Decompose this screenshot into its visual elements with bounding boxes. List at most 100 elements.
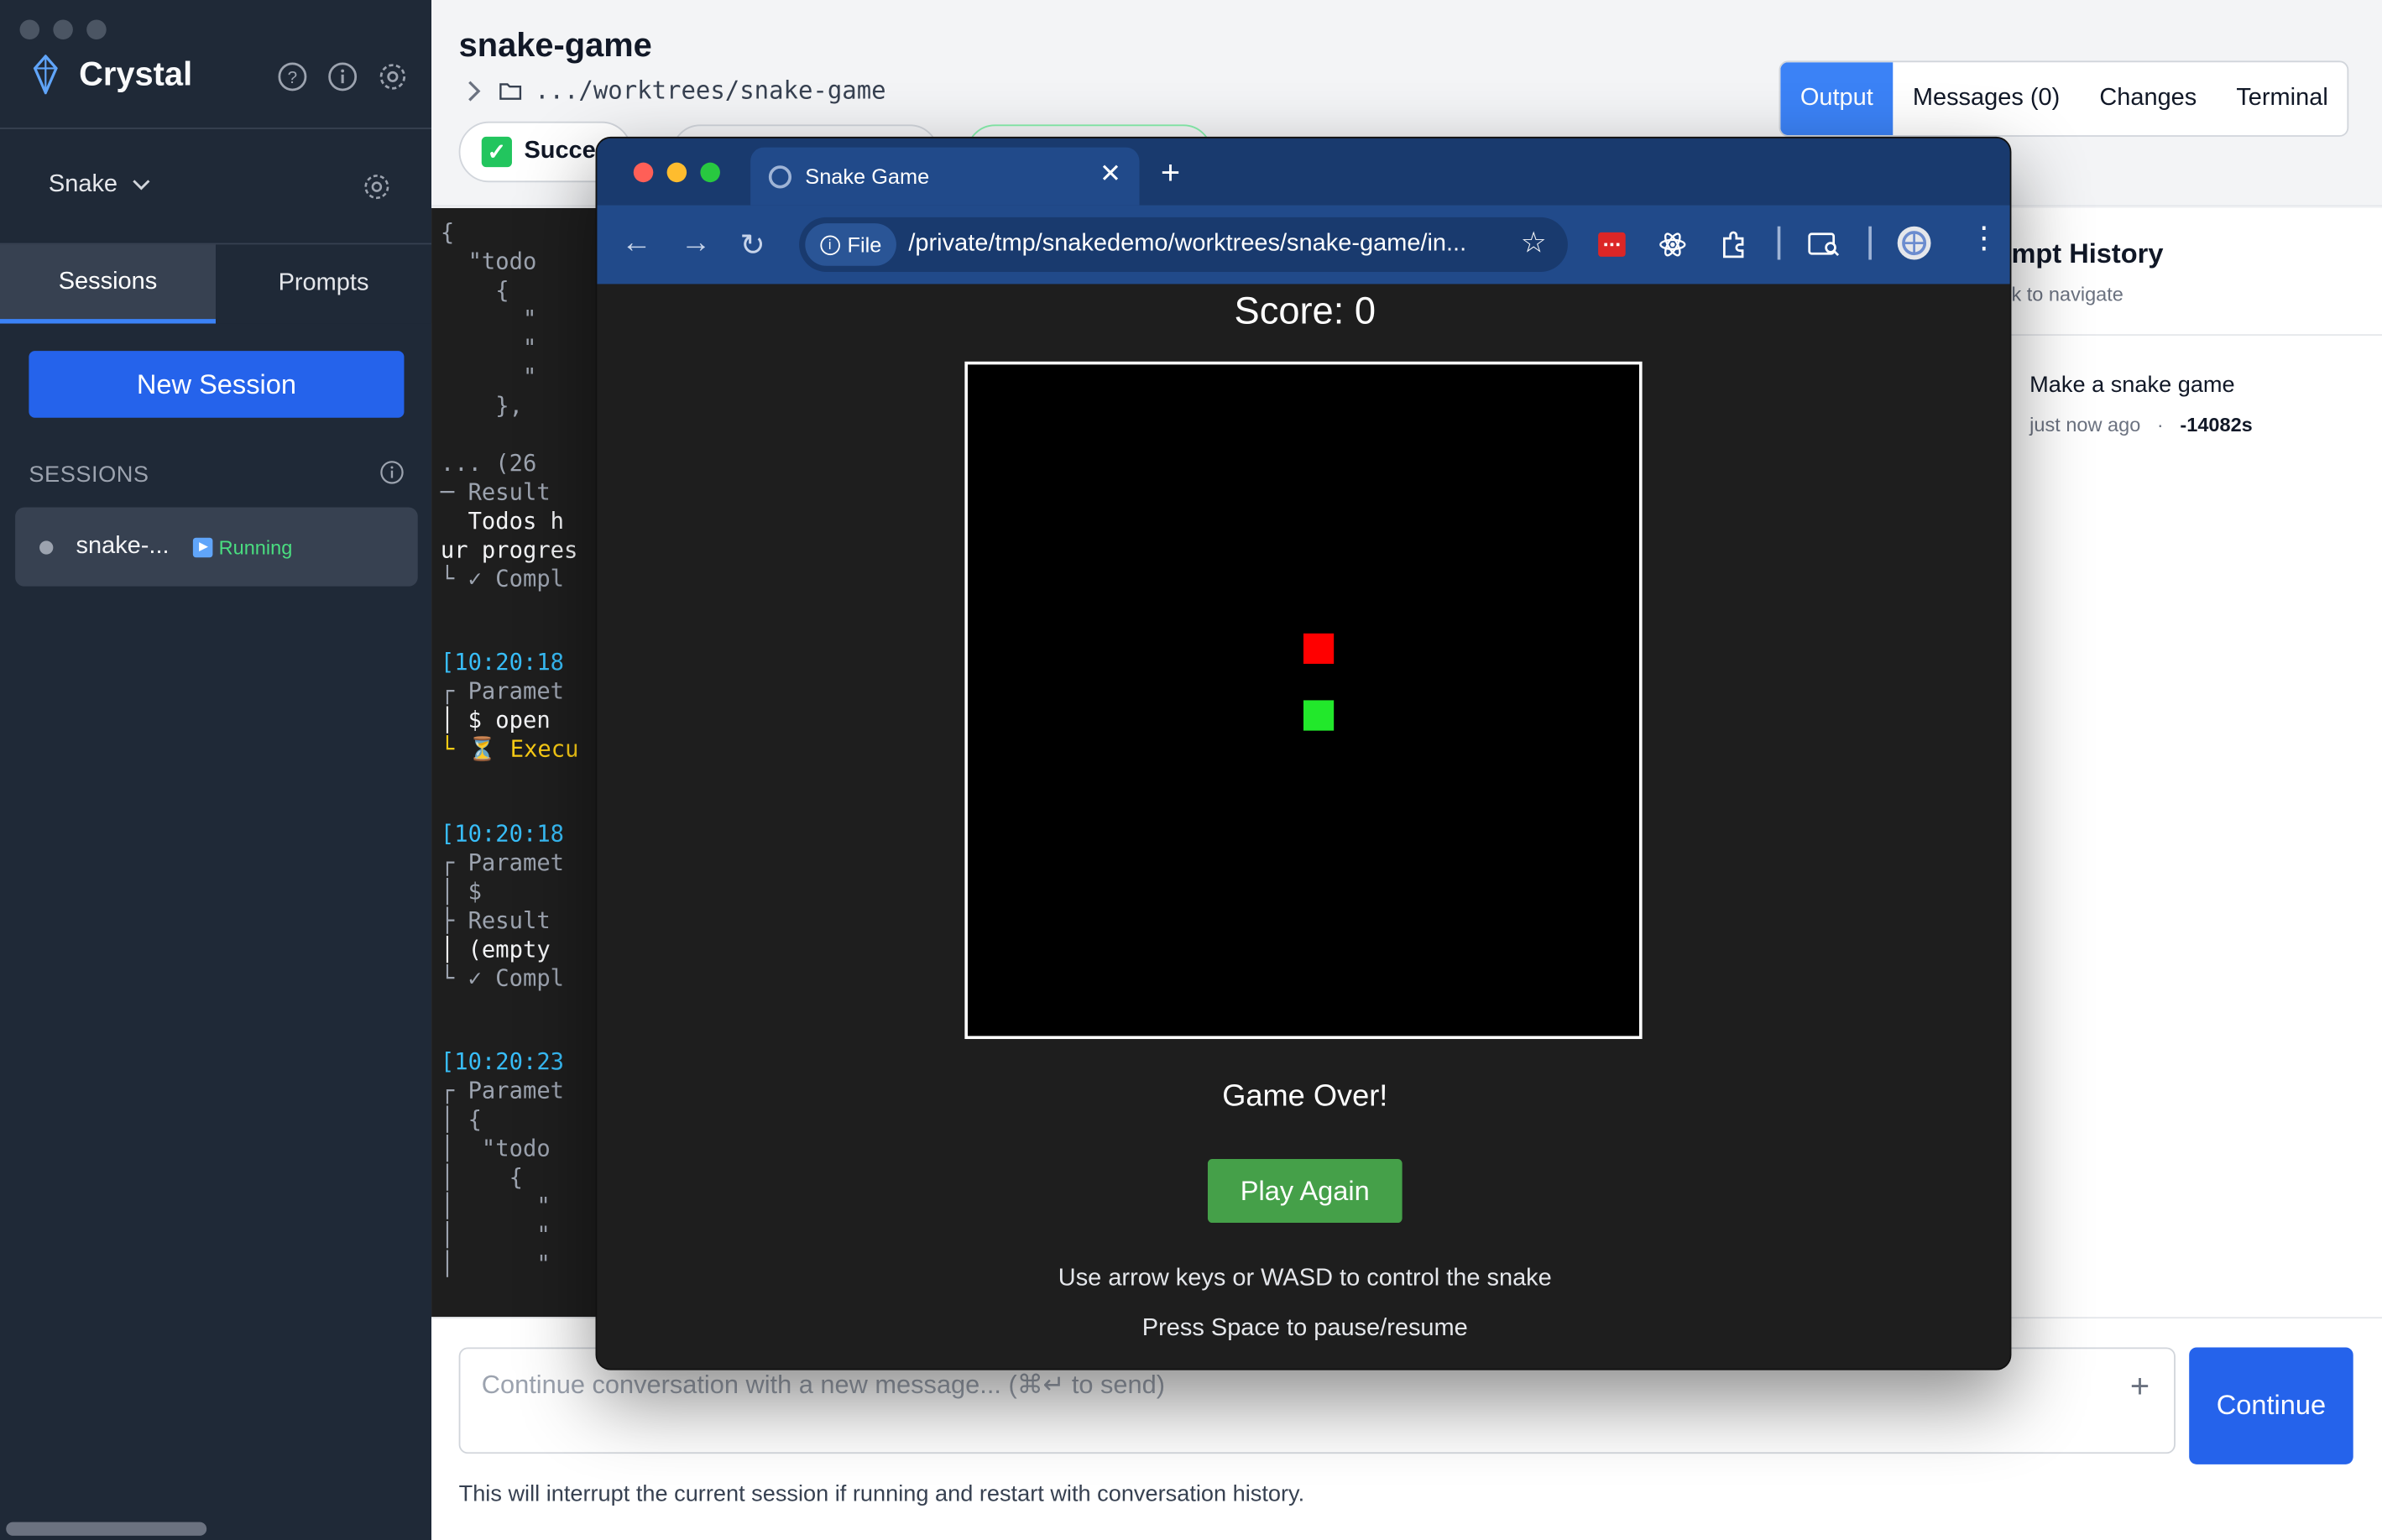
info-icon: i [819,234,840,255]
tab-output[interactable]: Output [1780,62,1894,136]
terminal-line: │ " [440,1192,551,1220]
terminal-line: │ (empty [440,935,551,963]
terminal-line: └ ✓ Compl [440,964,565,992]
attach-plus-icon[interactable]: + [2130,1367,2150,1407]
browser-close-button[interactable] [633,162,654,183]
session-status-label: Running [218,535,293,560]
sessions-header-label: SESSIONS [29,462,149,488]
prompt-history-title: mpt History [2011,238,2164,269]
snake-segment [1303,700,1335,731]
tab-changes[interactable]: Changes [2080,62,2217,135]
terminal-line: ┌ Paramet [440,848,565,877]
tab-terminal[interactable]: Terminal [2217,62,2348,135]
terminal-line: Todos h [440,507,565,535]
browser-toolbar: ← → ↻ i File /private/tmp/snakedemo/workt… [597,205,2010,285]
prompt-duration: -14082s [2180,413,2253,436]
project-selector-row: Snake [0,128,432,245]
sessions-info-icon[interactable] [379,459,406,487]
terminal-line: { [440,218,455,247]
bookmark-star-icon[interactable]: ☆ [1521,227,1547,262]
terminal-line: ├ Result [440,906,551,935]
project-settings-icon[interactable] [362,172,392,202]
profile-avatar-icon[interactable] [1896,225,1932,261]
sidebar: Crystal ? Snake Sessions Prompts New Ses… [0,0,432,1540]
minimize-window-button[interactable] [53,19,73,40]
session-status-dot [39,540,54,555]
extensions-puzzle-icon[interactable] [1718,229,1748,259]
terminal-line: │ { [440,1105,482,1134]
terminal-line: │ $ open [440,706,551,734]
terminal-line: │ { [440,1163,523,1192]
tab-messages[interactable]: Messages (0) [1893,62,2079,135]
browser-tab-bar: Snake Game ✕ + [597,138,2010,206]
game-over-text: Game Over! [1222,1079,1388,1114]
terminal-line: { [440,276,509,304]
browser-tab-title: Snake Game [805,164,930,189]
prompt-history-panel: mpt History k to navigate Make a snake g… [2011,207,2382,1318]
instructions-pause: Press Space to pause/resume [1141,1315,1468,1342]
sidebar-tabs: Sessions Prompts [0,244,432,324]
crystal-logo-icon [33,55,58,95]
brand: Crystal [30,55,192,95]
snake-game-page: Score: 0 Game Over! Play Again Use arrow… [597,284,2010,1369]
sessions-header: SESSIONS [29,459,406,488]
forward-icon[interactable]: → [681,227,711,262]
check-icon: ✓ [481,136,512,168]
prompt-time: just now ago [2029,413,2141,436]
prompt-history-item[interactable]: Make a snake game [2029,372,2234,398]
help-icon[interactable]: ? [276,60,308,92]
browser-tab[interactable]: Snake Game ✕ [750,147,1140,206]
reload-icon[interactable]: ↻ [739,227,765,264]
project-selector[interactable]: Snake [49,172,151,200]
chevron-right-icon [468,80,481,101]
session-item[interactable]: snake-... Running [15,507,418,587]
play-icon [192,537,213,558]
view-tabs: Output Messages (0) Changes Terminal [1779,60,2350,137]
meta-separator: · [2145,413,2175,436]
svg-text:?: ? [288,68,298,87]
game-board[interactable] [964,361,1643,1040]
address-bar[interactable]: i File /private/tmp/snakedemo/worktrees/s… [799,217,1568,272]
settings-icon[interactable] [377,60,409,92]
folder-icon [499,82,522,99]
continue-button[interactable]: Continue [2189,1347,2353,1464]
close-tab-icon[interactable]: ✕ [1100,159,1121,190]
worktree-path-text: .../worktrees/snake-game [535,76,886,105]
worktree-path[interactable]: .../worktrees/snake-game [462,76,886,105]
browser-window: Snake Game ✕ + ← → ↻ i File /private/tmp/… [595,136,2012,1370]
info-icon[interactable] [326,60,358,92]
header-actions: ? [276,60,408,92]
terminal-line: }, [440,391,523,420]
extension-red-icon[interactable] [1596,229,1627,259]
terminal-line: │ $ [440,878,482,906]
horizontal-scrollbar[interactable] [6,1522,207,1536]
app-window: Crystal ? Snake Sessions Prompts New Ses… [0,0,2382,1540]
new-session-button[interactable]: New Session [29,351,405,418]
terminal-line: │ "todo [440,1135,551,1162]
composer-hint: This will interrupt the current session … [458,1480,1305,1507]
tab-sessions[interactable]: Sessions [0,244,217,324]
chevron-down-icon [133,180,151,191]
react-devtools-icon[interactable] [1658,229,1688,259]
session-status: Running [192,535,293,560]
terminal-line: ur progres [440,535,578,564]
zoom-window-button[interactable] [86,19,107,40]
tab-search-icon[interactable] [1808,229,1841,259]
browser-minimize-button[interactable] [666,162,687,183]
toolbar-divider [1777,226,1781,260]
browser-zoom-button[interactable] [700,162,720,183]
globe-icon [768,165,792,189]
new-tab-icon[interactable]: + [1161,154,1180,193]
close-window-button[interactable] [19,19,40,40]
play-again-button[interactable]: Play Again [1207,1159,1403,1224]
output-terminal[interactable]: { "todo { " " " }, ... (26 ─ Result Todos … [431,207,599,1318]
browser-menu-icon[interactable]: ⋮ [1969,223,1999,253]
project-name: Snake [48,171,118,198]
instructions-controls: Use arrow keys or WASD to control the sn… [1058,1265,1552,1292]
site-info-chip[interactable]: i File [805,223,896,266]
divider [2011,334,2382,337]
window-controls [19,19,107,40]
tab-prompts[interactable]: Prompts [216,244,432,324]
back-icon[interactable]: ← [621,227,651,262]
browser-window-controls [633,162,720,183]
